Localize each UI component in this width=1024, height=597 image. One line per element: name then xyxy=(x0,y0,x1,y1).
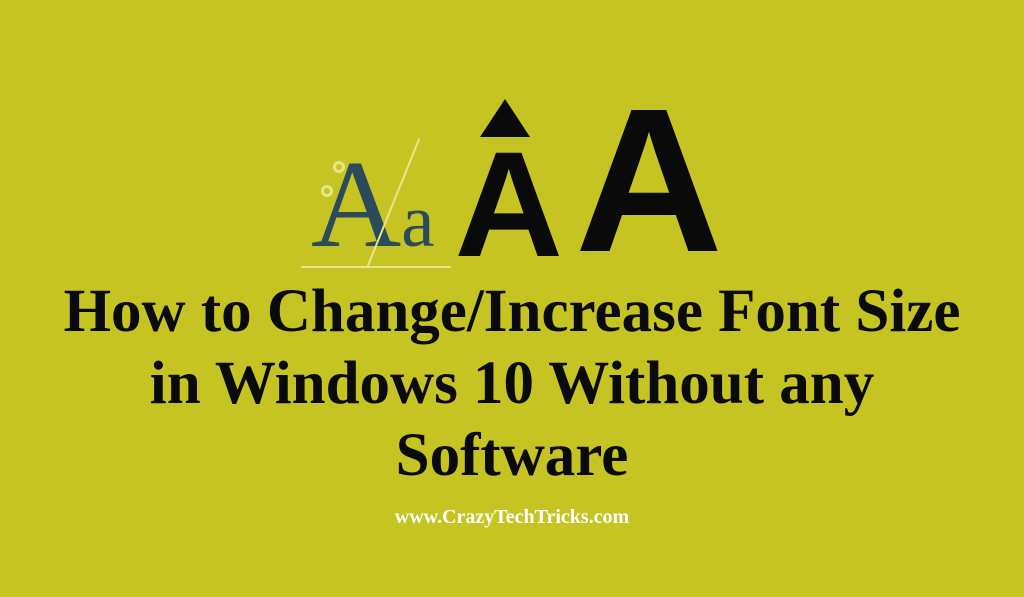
guide-dot-icon xyxy=(333,161,345,173)
font-size-graphic: A a A A xyxy=(311,68,713,268)
site-url: www.CrazyTechTricks.com xyxy=(395,506,629,529)
guide-dot-icon xyxy=(321,185,333,197)
bold-capital-a-large-icon: A xyxy=(575,94,713,268)
bold-capital-a-medium-icon: A xyxy=(455,141,555,269)
article-headline: How to Change/Increase Font Size in Wind… xyxy=(52,276,972,492)
serif-lowercase-a-icon: a xyxy=(401,184,434,259)
serif-letter-group: A a xyxy=(311,143,435,268)
serif-capital-a-icon: A xyxy=(311,143,401,268)
bold-a-with-caret-icon: A xyxy=(455,99,555,269)
